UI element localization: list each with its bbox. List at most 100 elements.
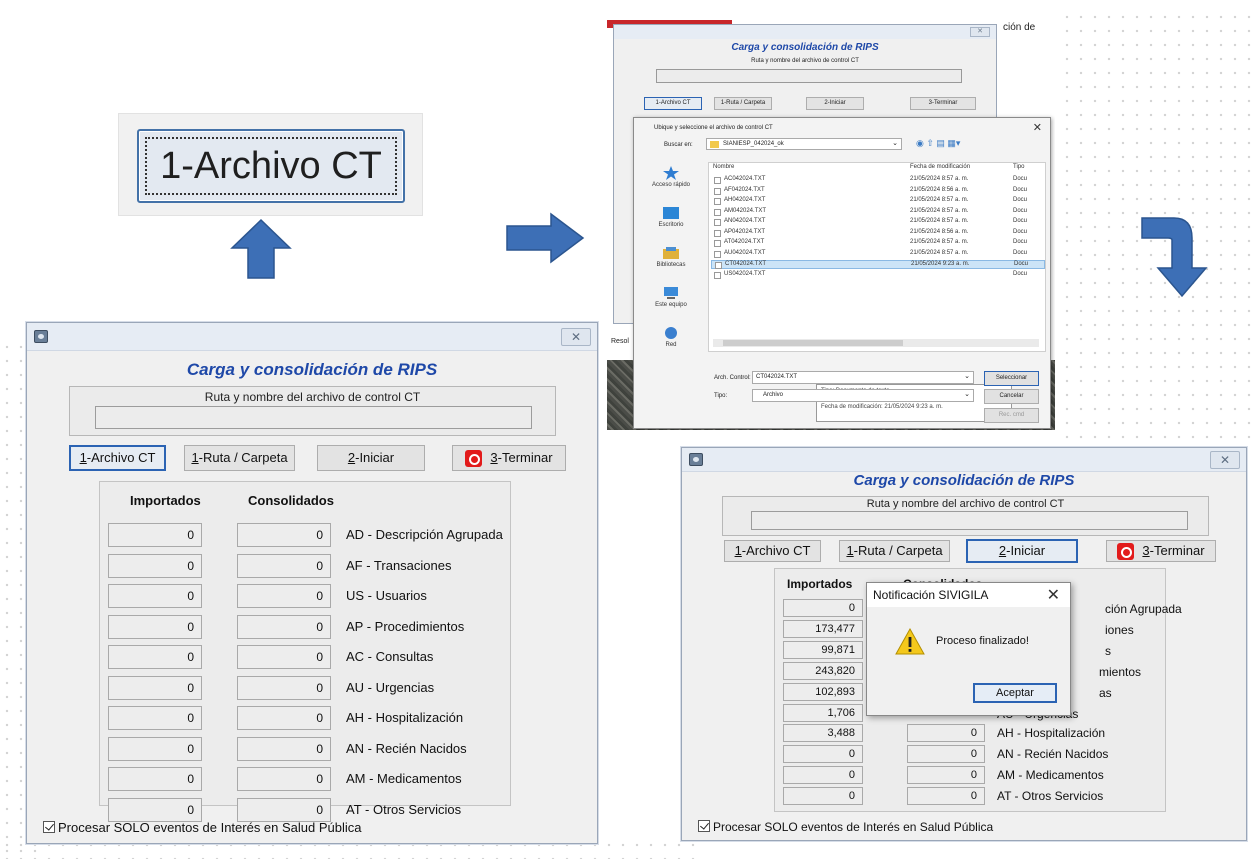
file-row[interactable]: CT042024.TXT 21/05/2024 9:23 a. m. Docu [711,260,1045,269]
file-row[interactable]: AH042024.TXT 21/05/2024 8:57 a. m. Docu [711,197,1045,206]
stop-icon [1117,543,1135,561]
row-label-partial: ción Agrupada [1105,602,1182,616]
dialog-close-icon[interactable]: ✕ [1033,121,1042,134]
importados-cell: 0 [783,766,863,784]
cancelar-button[interactable]: Cancelar [984,389,1039,404]
file-row[interactable]: AN042024.TXT 21/05/2024 8:57 a. m. Docu [711,218,1045,227]
row-label: AF - Transaciones [346,558,452,573]
consolidados-cell: 0 [237,615,331,639]
importados-cell: 0 [108,523,202,547]
close-icon[interactable]: ✕ [561,328,591,346]
title-bar: ✕ [682,448,1246,472]
background-close-icon: ✕ [970,27,990,37]
row-label: AN - Recién Nacidos [346,741,467,756]
type-select[interactable]: Archivo ⌄ [752,389,974,402]
title-bar: ✕ [27,323,597,351]
consolidados-cell: 0 [907,724,985,742]
solo-eventos-checkbox[interactable]: Procesar SOLO eventos de Interés en Salu… [43,820,362,835]
folder-icon [710,141,719,148]
path-label: Ruta y nombre del archivo de control CT [866,498,1065,510]
file-row[interactable]: AC042024.TXT 21/05/2024 8:57 a. m. Docu [711,176,1045,185]
window-title: Carga y consolidación de RIPS [186,360,438,379]
row-label: AT - Otros Servicios [997,789,1104,803]
window-title: Carga y consolidación de RIPS [853,472,1075,489]
curved-down-arrow-icon [1141,217,1208,298]
checkbox-checked-icon [43,821,55,833]
archivo-ct-button[interactable]: 1-Archivo CT [724,540,821,562]
file-row[interactable]: US042024.TXT Docu [711,271,1045,280]
filename-input[interactable]: CT042024.TXT ⌄ [752,371,974,384]
solo-eventos-checkbox[interactable]: Procesar SOLO eventos de Interés en Salu… [698,820,993,834]
chevron-down-icon: ⌄ [964,391,970,398]
consolidados-cell: 0 [237,798,331,822]
importados-cell: 0 [108,798,202,822]
row-label-partial: iones [1105,623,1134,637]
background-window-title: Carga y consolidación de RIPS [731,42,879,53]
text-file-icon [714,229,721,237]
col-consolidados: Consolidados [248,493,334,508]
ruta-carpeta-button[interactable]: 1-Ruta / Carpeta [839,540,950,562]
place-bibliotecas[interactable]: Bibliotecas [640,246,702,268]
scrollbar-thumb[interactable] [723,340,903,346]
text-file-icon [714,250,721,258]
place-acceso-rapido[interactable]: Acceso rápido [640,166,702,188]
file-row[interactable]: AP042024.TXT 21/05/2024 8:56 a. m. Docu [711,229,1045,238]
row-label: AD - Descripción Agrupada [346,527,503,542]
row-label-partial: mientos [1099,665,1142,679]
text-file-icon [714,187,721,195]
horizontal-scrollbar[interactable] [713,339,1039,347]
archivo-ct-button[interactable]: 1-Archivo CT [69,445,166,471]
nav-toolbar-icons[interactable]: ◉ ⇧ ▤ ▦▾ [916,138,960,149]
desktop-icon [663,207,679,219]
path-input[interactable] [95,406,532,429]
file-row[interactable]: AM042024.TXT 21/05/2024 8:57 a. m. Docu [711,208,1045,217]
importados-cell: 0 [108,615,202,639]
path-input[interactable] [751,511,1188,530]
importados-cell: 0 [108,737,202,761]
ruta-carpeta-button[interactable]: 1-Ruta / Carpeta [184,445,295,471]
header-fecha[interactable]: Fecha de modificación [910,164,970,170]
row-label: AH - Hospitalización [346,710,464,725]
row-label: AM - Medicamentos [346,771,462,786]
importados-cell: 0 [108,676,202,700]
importados-cell: 1,706 [783,704,863,722]
importados-cell: 102,893 [783,683,863,701]
header-nombre[interactable]: Nombre [713,164,734,170]
zoomed-button-label: 1-Archivo CT [160,145,382,187]
place-escritorio[interactable]: Escritorio [640,206,702,228]
header-tipo[interactable]: Tipo [1013,164,1024,170]
warning-icon [895,628,925,655]
zoomed-archivo-ct-button: 1-Archivo CT [137,129,405,203]
consolidados-cell: 0 [907,745,985,763]
place-este-equipo[interactable]: Este equipo [640,286,702,308]
folder-select[interactable]: SIANIESP_042024_ok ⌄ [706,138,902,150]
file-row[interactable]: AF042024.TXT 21/05/2024 8:56 a. m. Docu [711,187,1045,196]
consolidados-cell: 0 [237,584,331,608]
chevron-down-icon: ⌄ [892,140,898,147]
col-importados: Importados [130,493,201,508]
background-ruta-button: 1-Ruta / Carpeta [714,97,772,110]
terminar-button[interactable]: 3-Terminar [1106,540,1216,562]
importados-cell: 173,477 [783,620,863,638]
place-red[interactable]: Red [640,326,702,348]
row-label: AP - Procedimientos [346,619,465,634]
importados-cell: 0 [783,745,863,763]
text-file-icon [714,198,721,205]
background-partial-text: ción de [1003,22,1036,33]
importados-cell: 0 [108,767,202,791]
notification-close-icon[interactable]: ✕ [1047,585,1060,605]
aceptar-button[interactable]: Aceptar [973,683,1057,703]
background-title-bar: ✕ [614,25,996,39]
file-row[interactable]: AU042024.TXT 21/05/2024 8:57 a. m. Docu [711,250,1045,259]
rips-window-left: ✕ Carga y consolidación de RIPS Ruta y n… [26,322,598,844]
iniciar-button[interactable]: 2-Iniciar [966,539,1078,563]
file-row[interactable]: AT042024.TXT 21/05/2024 8:57 a. m. Docu [711,239,1045,248]
terminar-button[interactable]: 3-Terminar [452,445,566,471]
file-list: Nombre Fecha de modificación Tipo AC0420… [708,162,1046,352]
iniciar-button[interactable]: 2-Iniciar [317,445,425,471]
consolidados-cell: 0 [237,737,331,761]
seleccionar-button[interactable]: Seleccionar [984,371,1039,386]
close-icon[interactable]: ✕ [1210,451,1240,469]
rec-cmd-button[interactable]: Rec. cmd [984,408,1039,423]
checkbox-checked-icon [698,820,710,832]
